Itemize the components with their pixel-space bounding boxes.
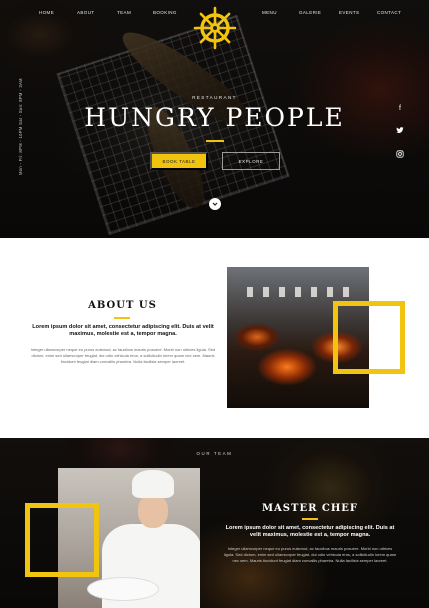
hero-section: HOME ABOUT TEAM BOOKING MENU GALERIE EVE… [0, 0, 429, 238]
nav-team[interactable]: TEAM [117, 10, 131, 15]
title-underline [114, 317, 130, 319]
about-title: ABOUT US [88, 300, 157, 311]
instagram-icon[interactable] [393, 150, 407, 164]
about-lead-text: Lorem ipsum dolor sit amet, consectetur … [32, 324, 214, 338]
chef-body-text: Integer ullamcorper neque eu purus euism… [223, 546, 397, 563]
nav-events[interactable]: EVENTS [339, 10, 359, 15]
nav-home[interactable]: HOME [39, 10, 54, 15]
nav-contact[interactable]: CONTACT [377, 10, 401, 15]
chef-lead-text: Lorem ipsum dolor sit amet, consectetur … [225, 525, 395, 539]
decorative-yellow-frame [333, 301, 405, 374]
nav-galerie[interactable]: GALERIE [299, 10, 321, 15]
about-body-text: Integer ullamcorper neque eu purus euism… [30, 347, 216, 364]
master-chef-section: OUR TEAM MASTER CHEF Lorem ipsum dolor s… [0, 438, 429, 608]
nav-booking[interactable]: BOOKING [153, 10, 177, 15]
ship-wheel-logo-icon[interactable] [193, 6, 237, 50]
book-table-button[interactable]: BOOK TABLE [150, 152, 208, 170]
team-eyebrow: OUR TEAM [196, 451, 233, 456]
explore-button[interactable]: EXPLORE [222, 152, 280, 170]
scroll-down-icon[interactable] [209, 198, 221, 210]
hero-title: HUNGRY PEOPLE [84, 103, 345, 132]
nav-menu[interactable]: MENU [262, 10, 277, 15]
title-underline [302, 518, 318, 520]
chef-title: MASTER CHEF [261, 503, 359, 514]
title-underline [206, 140, 224, 142]
about-section: ABOUT US Lorem ipsum dolor sit amet, con… [0, 238, 429, 438]
hero-eyebrow: RESTAURANT [192, 95, 237, 100]
nav-about[interactable]: ABOUT [77, 10, 95, 15]
decorative-yellow-frame [25, 503, 99, 577]
